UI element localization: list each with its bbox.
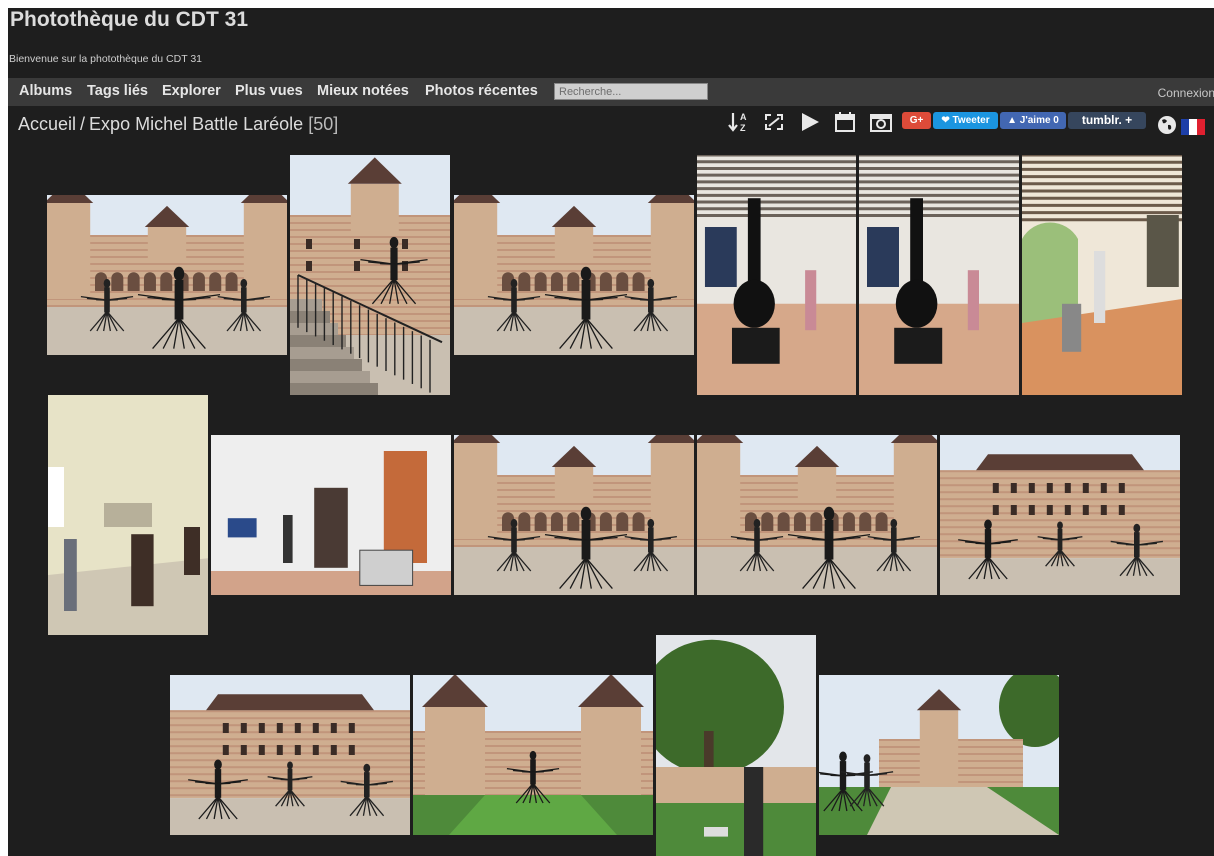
photo-thumbnail[interactable]	[697, 155, 856, 395]
breadcrumb-separator: /	[80, 114, 86, 134]
site-subtitle: Bienvenue sur la photothèque du CDT 31	[9, 53, 203, 65]
photo-image	[859, 155, 1019, 395]
search-input[interactable]	[554, 83, 708, 100]
breadcrumb-home[interactable]: Accueil	[18, 114, 76, 134]
login-link[interactable]: Connexion	[1158, 86, 1214, 100]
photo-thumbnail[interactable]	[290, 155, 450, 395]
photo-image	[940, 435, 1180, 595]
photo-thumbnail[interactable]	[413, 675, 653, 835]
camera-icon[interactable]	[869, 110, 892, 134]
breadcrumb: Accueil / Expo Michel Battle Laréole [50]	[18, 114, 338, 135]
globe-icon[interactable]	[1156, 114, 1178, 136]
menu-bar: Albums Tags liés Explorer Plus vues Mieu…	[8, 78, 1214, 106]
photo-image	[413, 675, 653, 835]
like-label: J'aime 0	[1019, 115, 1059, 126]
photo-image	[211, 435, 451, 595]
photo-image	[819, 675, 1059, 835]
photo-thumbnail[interactable]	[48, 395, 208, 635]
menu-explorer[interactable]: Explorer	[162, 83, 221, 99]
sort-az-icon[interactable]: A Z	[728, 110, 750, 134]
photo-image	[290, 155, 450, 395]
svg-text:Z: Z	[740, 123, 746, 133]
photo-image	[170, 675, 410, 835]
thumbs-up-icon: ▲	[1007, 115, 1018, 126]
photo-image	[454, 195, 694, 355]
site-title[interactable]: Photothèque du CDT 31	[10, 8, 248, 32]
page-frame: Photothèque du CDT 31 Bienvenue sur la p…	[8, 8, 1214, 856]
facebook-like-button[interactable]: ▲ J'aime 0	[1000, 112, 1066, 129]
svg-text:A: A	[740, 112, 747, 122]
menu-albums[interactable]: Albums	[19, 83, 72, 99]
google-plus-button[interactable]: G+	[902, 112, 931, 129]
photo-thumbnail[interactable]	[211, 435, 451, 595]
slideshow-play-icon[interactable]	[799, 110, 821, 134]
photo-thumbnail[interactable]	[454, 435, 694, 595]
menu-tags-lies[interactable]: Tags liés	[87, 83, 148, 99]
menu-plus-vues[interactable]: Plus vues	[235, 83, 303, 99]
site-header: Photothèque du CDT 31 Bienvenue sur la p…	[8, 8, 1214, 78]
breadcrumb-album[interactable]: Expo Michel Battle Laréole	[89, 114, 303, 134]
photo-image	[454, 435, 694, 595]
menu-photos-recentes[interactable]: Photos récentes	[425, 83, 538, 99]
photo-thumbnail[interactable]	[1022, 155, 1182, 395]
tumblr-button[interactable]: tumblr. +	[1068, 112, 1146, 129]
french-flag-icon[interactable]	[1181, 119, 1205, 135]
photo-image	[1022, 155, 1182, 395]
tweet-label: Tweeter	[952, 115, 990, 126]
album-title-bar: Accueil / Expo Michel Battle Laréole [50] …	[8, 106, 1214, 146]
photo-thumbnail[interactable]	[819, 675, 1059, 835]
calendar-icon[interactable]	[834, 110, 856, 134]
photo-image	[656, 635, 816, 856]
photo-thumbnail[interactable]	[697, 435, 937, 595]
photo-image	[697, 435, 937, 595]
photo-image	[47, 195, 287, 355]
photo-image	[697, 155, 856, 395]
photo-image	[48, 395, 208, 635]
twitter-bird-icon: ❤︎	[941, 115, 950, 126]
menu-mieux-notees[interactable]: Mieux notées	[317, 83, 409, 99]
fullscreen-icon[interactable]	[763, 110, 785, 134]
photo-thumbnail[interactable]	[47, 195, 287, 355]
tweet-button[interactable]: ❤︎ Tweeter	[933, 112, 998, 129]
photo-thumbnail[interactable]	[940, 435, 1180, 595]
photo-thumbnail[interactable]	[859, 155, 1019, 395]
photo-thumbnail[interactable]	[170, 675, 410, 835]
photo-thumbnail[interactable]	[656, 635, 816, 856]
photo-thumbnail[interactable]	[454, 195, 694, 355]
photo-count: [50]	[308, 114, 339, 134]
